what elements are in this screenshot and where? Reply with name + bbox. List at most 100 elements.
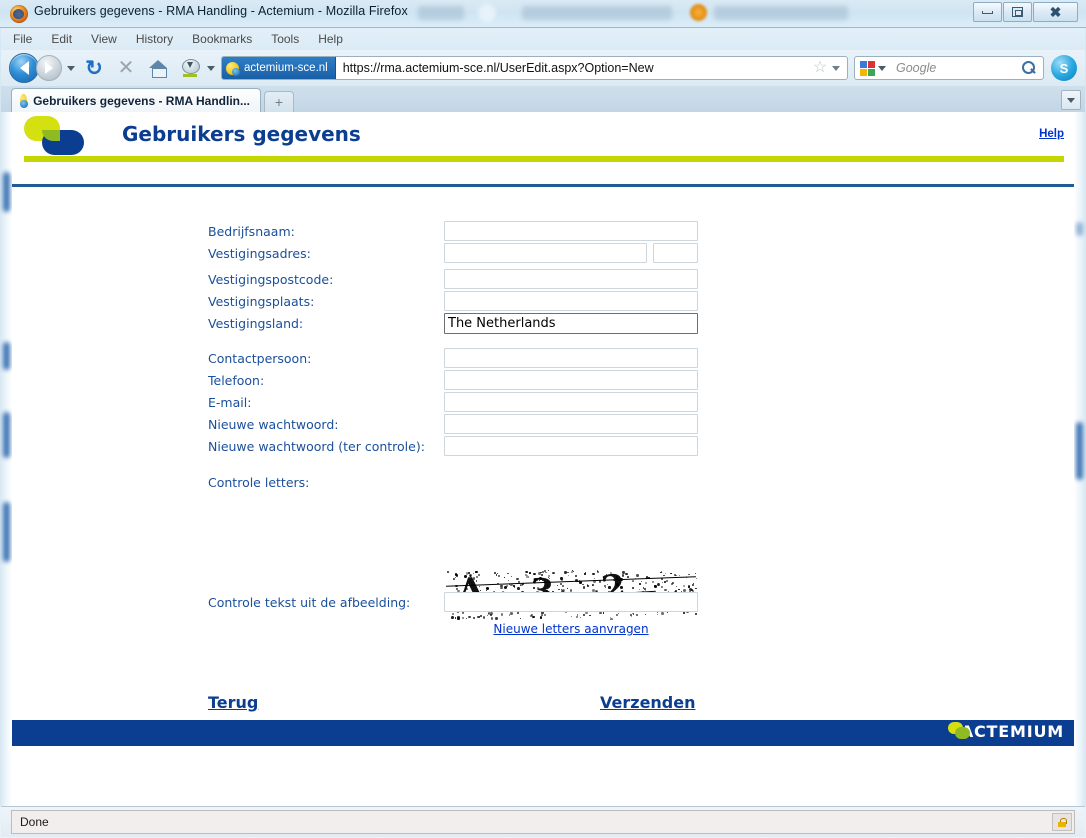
menu-edit[interactable]: Edit — [51, 32, 72, 46]
input-controle-tekst[interactable] — [444, 592, 698, 612]
label-controle-letters: Controle letters: — [208, 475, 310, 490]
home-button[interactable] — [145, 55, 171, 81]
stop-button[interactable]: ✕ — [113, 55, 139, 81]
aero-ghost-icon — [690, 4, 707, 21]
menu-file[interactable]: File — [13, 32, 32, 46]
search-engine-dropdown-icon[interactable] — [878, 65, 886, 71]
edge-glow — [1076, 222, 1083, 236]
label-vestigingsplaats: Vestigingsplaats: — [208, 294, 315, 309]
page-viewport: Gebruikers gegevens Help Bedrijfsnaam: V… — [12, 112, 1074, 806]
input-vestigingspostcode[interactable] — [444, 269, 698, 289]
lock-icon — [1058, 817, 1067, 827]
aero-ghost-icon — [478, 4, 496, 22]
input-contactpersoon[interactable] — [444, 348, 698, 368]
menu-bookmarks[interactable]: Bookmarks — [192, 32, 252, 46]
close-x-icon: ✕ — [117, 57, 135, 79]
close-icon: ✖ — [1049, 4, 1062, 20]
label-contactpersoon: Contactpersoon: — [208, 351, 312, 366]
restore-button[interactable] — [1003, 2, 1032, 22]
close-button[interactable]: ✖ — [1033, 2, 1078, 22]
edge-glow — [3, 342, 10, 370]
url-input[interactable]: https://rma.actemium-sce.nl/UserEdit.asp… — [336, 61, 811, 75]
submit-link[interactable]: Verzenden — [600, 693, 696, 712]
menu-bar: File Edit View History Bookmarks Tools H… — [1, 28, 1085, 50]
menu-help[interactable]: Help — [318, 32, 343, 46]
label-email: E-mail: — [208, 395, 252, 410]
tab-gebruikers-gegevens[interactable]: Gebruikers gegevens - RMA Handlin... — [11, 88, 261, 112]
back-button[interactable] — [9, 53, 39, 83]
input-email[interactable] — [444, 392, 698, 412]
captcha-refresh-link[interactable]: Nieuwe letters aanvragen — [444, 622, 698, 636]
page-header: Gebruikers gegevens Help — [12, 112, 1074, 162]
input-vestigingsplaats[interactable] — [444, 291, 698, 311]
window-left-edge — [0, 112, 12, 806]
forward-arrow-icon — [45, 62, 53, 74]
title-bar: Gebruikers gegevens - RMA Handling - Act… — [0, 0, 1086, 28]
tab-favicon-icon — [20, 94, 29, 108]
download-arrow-icon — [187, 62, 193, 68]
actemium-leaf-icon — [947, 722, 970, 741]
help-link[interactable]: Help — [1039, 128, 1064, 140]
label-vestigingsland: Vestigingsland: — [208, 316, 304, 331]
header-accent-bar — [24, 156, 1064, 162]
security-lock-button[interactable] — [1052, 813, 1072, 831]
header-divider — [12, 184, 1074, 187]
input-nieuw-wachtwoord[interactable] — [444, 414, 698, 434]
search-icon[interactable] — [1021, 60, 1037, 76]
label-nieuw-wachtwoord: Nieuwe wachtwoord: — [208, 417, 339, 432]
forward-button[interactable] — [36, 55, 62, 81]
site-identity-label: actemium-sce.nl — [244, 62, 328, 74]
label-controle-tekst: Controle tekst uit de afbeelding: — [208, 595, 411, 610]
page-footer: ACTEMIUM — [12, 720, 1074, 746]
input-telefoon[interactable] — [444, 370, 698, 390]
minimize-icon — [982, 10, 993, 14]
back-link[interactable]: Terug — [208, 693, 258, 712]
aero-ghost-item — [418, 6, 464, 20]
page-title: Gebruikers gegevens — [122, 122, 361, 146]
back-arrow-icon — [19, 61, 29, 75]
navigation-toolbar: ↻ ✕ actemium-sce.nl https://rma.actemium… — [1, 50, 1085, 86]
skype-icon[interactable] — [1051, 55, 1077, 81]
url-dropdown-icon[interactable] — [832, 65, 840, 71]
site-identity-badge[interactable]: actemium-sce.nl — [222, 57, 336, 79]
input-nieuw-wachtwoord-controle[interactable] — [444, 436, 698, 456]
browser-window: Gebruikers gegevens - RMA Handling - Act… — [0, 0, 1086, 838]
site-favicon-icon — [226, 61, 240, 76]
minimize-button[interactable] — [973, 2, 1002, 22]
history-dropdown-icon[interactable] — [67, 65, 75, 71]
label-bedrijfsnaam: Bedrijfsnaam: — [208, 224, 295, 239]
reload-icon: ↻ — [85, 56, 103, 80]
reload-button[interactable]: ↻ — [81, 55, 107, 81]
window-right-edge — [1074, 112, 1086, 806]
download-icon — [181, 59, 200, 77]
menu-view[interactable]: View — [91, 32, 117, 46]
input-vestigingsland[interactable]: The Netherlands — [444, 313, 698, 334]
google-logo-icon — [860, 60, 875, 76]
input-bedrijfsnaam[interactable] — [444, 221, 698, 241]
label-telefoon: Telefoon: — [208, 373, 265, 388]
menu-history[interactable]: History — [136, 32, 173, 46]
tab-strip: Gebruikers gegevens - RMA Handlin... + — [1, 86, 1085, 112]
actemium-logo-icon — [24, 116, 84, 155]
home-icon — [148, 60, 168, 78]
toolbar-overflow-icon[interactable] — [207, 65, 215, 71]
status-bar: Done — [1, 806, 1085, 837]
aero-ghost-item — [522, 6, 672, 20]
status-panel: Done — [11, 810, 1075, 834]
bookmark-star-icon[interactable]: ☆ — [811, 59, 829, 77]
firefox-icon — [10, 5, 28, 23]
search-input[interactable]: Google — [886, 61, 1021, 75]
tab-list-button[interactable] — [1061, 90, 1081, 110]
downloads-button[interactable] — [177, 55, 203, 81]
edge-glow — [3, 172, 10, 212]
url-bar[interactable]: actemium-sce.nl https://rma.actemium-sce… — [221, 56, 848, 80]
menu-tools[interactable]: Tools — [271, 32, 299, 46]
input-vestigingsadres-number[interactable] — [653, 243, 698, 263]
window-controls: ✖ — [972, 2, 1078, 22]
footer-brand-label: ACTEMIUM — [960, 722, 1064, 741]
new-tab-label: + — [274, 94, 284, 110]
input-vestigingsadres-street[interactable] — [444, 243, 647, 263]
footer-brand: ACTEMIUM — [947, 722, 1064, 741]
new-tab-button[interactable]: + — [264, 91, 294, 112]
search-box[interactable]: Google — [854, 56, 1044, 80]
